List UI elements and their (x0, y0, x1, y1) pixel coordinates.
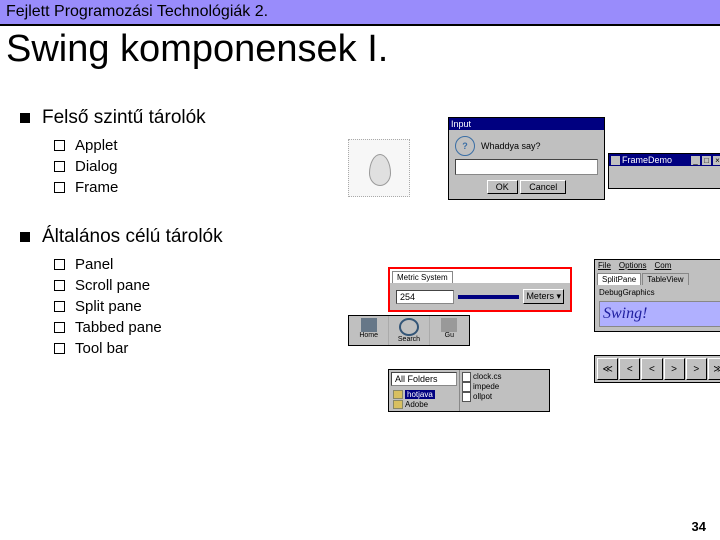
list-item: Panel (75, 256, 113, 273)
file-icon (462, 392, 471, 402)
list-item: Frame (75, 179, 118, 196)
slider[interactable] (458, 295, 519, 299)
course-header: Fejlett Programozási Technológiák 2. (0, 0, 720, 26)
subbullet-icon (54, 280, 65, 291)
subbullet-icon (54, 343, 65, 354)
list-item[interactable]: clock.cs (462, 372, 547, 382)
guide-icon[interactable] (441, 318, 457, 332)
first-button[interactable]: ≪ (597, 358, 618, 380)
tree-item[interactable]: Adobe (393, 400, 455, 409)
frame-window: FrameDemo _ □ × (608, 153, 720, 189)
subbullet-icon (54, 259, 65, 270)
folders-combo[interactable]: All Folders (391, 372, 457, 386)
fwd-button[interactable]: > (664, 358, 685, 380)
panel-illustration: Metric System 254 Meters ▾ (388, 267, 572, 312)
illustration-column: Input ? Whaddya say? OK Cancel FrameDemo… (378, 79, 700, 359)
java-icon (611, 156, 620, 165)
menu-item[interactable]: Com (654, 261, 671, 270)
question-icon: ? (455, 136, 475, 156)
dialog-title: Input (451, 118, 471, 130)
subbullet-icon (54, 322, 65, 333)
subbullet-icon (54, 161, 65, 172)
bullet-icon (20, 113, 30, 123)
folder-icon (393, 390, 403, 399)
file-icon (462, 372, 471, 382)
last-button[interactable]: ≫ (708, 358, 720, 380)
dialog-window: Input ? Whaddya say? OK Cancel (448, 117, 605, 200)
file-icon (462, 382, 471, 392)
prev-button[interactable]: < (619, 358, 640, 380)
list-item[interactable]: ollpot (462, 392, 547, 402)
maximize-button[interactable]: □ (702, 156, 711, 165)
frame-title: FrameDemo (622, 154, 672, 166)
section-heading: Felső szintű tárolók (42, 107, 206, 129)
tab-splitpane[interactable]: SplitPane (597, 273, 641, 285)
list-item: Tool bar (75, 340, 128, 357)
cancel-button[interactable]: Cancel (520, 180, 566, 194)
folder-icon (393, 400, 403, 409)
debug-label: DebugGraphics (595, 285, 720, 300)
toolbar-buttons: ≪ < < > > ≫ (594, 355, 720, 383)
home-icon[interactable] (361, 318, 377, 332)
section-heading: Általános célú tárolók (42, 226, 223, 248)
tabbedpane-illustration: All Folders hotjava Adobe clock.cs imped… (388, 369, 550, 412)
list-item: Split pane (75, 298, 142, 315)
list-item[interactable]: impede (462, 382, 547, 392)
dialog-message: Whaddya say? (481, 141, 541, 151)
text-column: Felső szintű tárolók Applet Dialog Frame… (20, 79, 360, 359)
swing-label: Swing! (599, 301, 720, 327)
search-icon[interactable] (399, 318, 419, 336)
unit-dropdown[interactable]: Meters ▾ (523, 289, 564, 304)
menu-item[interactable]: File (598, 261, 611, 270)
tab-metric[interactable]: Metric System (392, 271, 453, 283)
back-button[interactable]: < (641, 358, 662, 380)
subbullet-icon (54, 140, 65, 151)
ok-button[interactable]: OK (487, 180, 518, 194)
page-number: 34 (692, 519, 706, 534)
minimize-button[interactable]: _ (691, 156, 700, 165)
bullet-icon (20, 232, 30, 242)
value-field[interactable]: 254 (396, 290, 454, 304)
subbullet-icon (54, 182, 65, 193)
chevron-down-icon: ▾ (556, 291, 561, 301)
subbullet-icon (54, 301, 65, 312)
next-button[interactable]: > (686, 358, 707, 380)
list-item: Tabbed pane (75, 319, 162, 336)
tab-tableview[interactable]: TableView (642, 273, 688, 285)
list-item: Dialog (75, 158, 118, 175)
close-button[interactable]: × (713, 156, 720, 165)
toolbar-icons: Home Search Gu (348, 315, 470, 346)
list-item: Scroll pane (75, 277, 150, 294)
list-item: Applet (75, 137, 118, 154)
applet-illustration (348, 139, 410, 197)
slide-title: Swing komponensek I. (0, 26, 720, 79)
tree-item[interactable]: hotjava (393, 390, 455, 399)
menu-item[interactable]: Options (619, 261, 647, 270)
splitpane-illustration: File Options Com SplitPane TableView Deb… (594, 259, 720, 332)
